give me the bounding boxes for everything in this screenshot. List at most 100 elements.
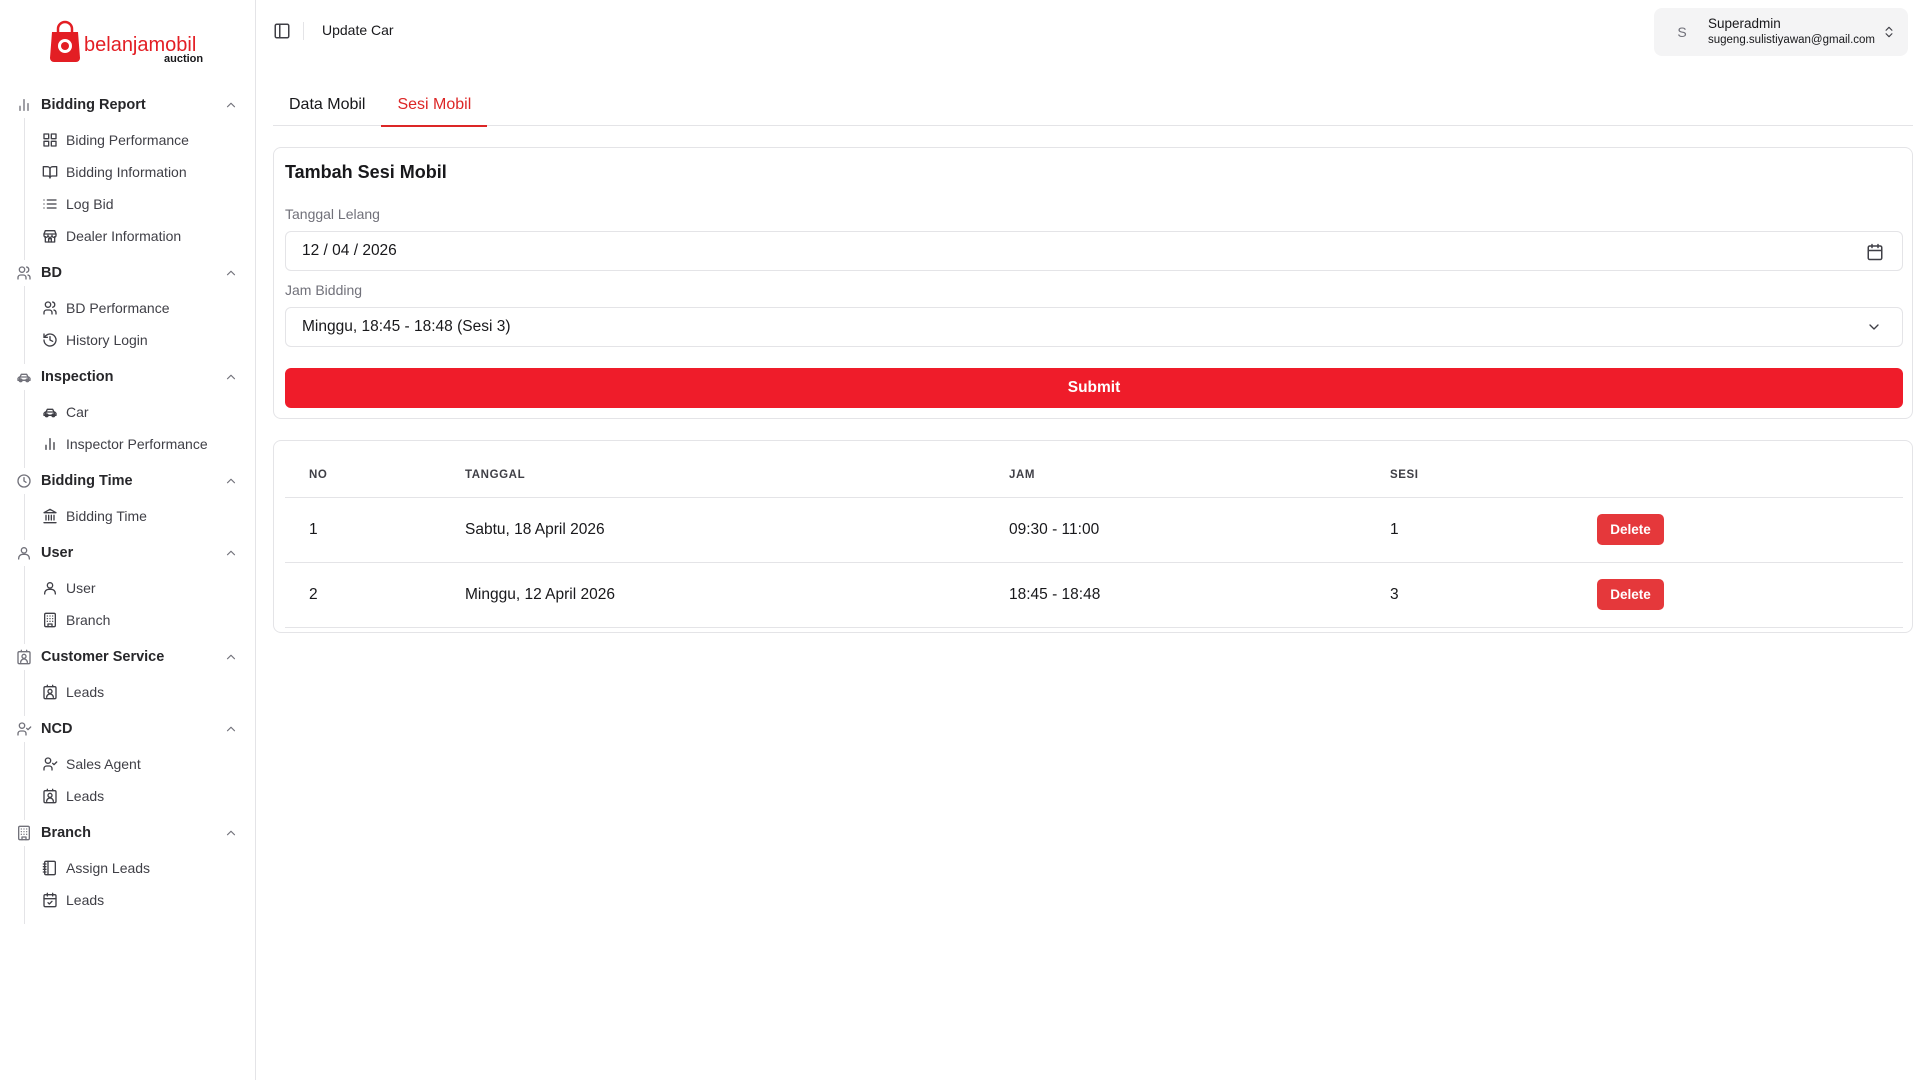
chevron-up-icon[interactable]: [224, 546, 238, 560]
cell-sesi: 1: [1390, 497, 1597, 563]
sidebar-item[interactable]: Bidding Information: [25, 156, 256, 188]
chevrons-up-down-icon: [1882, 25, 1896, 39]
top-header: Update Car S Superadmin sugeng.sulistiya…: [257, 0, 1920, 62]
car-icon: [42, 404, 58, 420]
breadcrumb: Update Car: [322, 22, 394, 38]
auction-date-input[interactable]: 12 / 04 / 2026: [285, 231, 1903, 271]
sidebar-group-header[interactable]: Branch: [0, 820, 256, 846]
sidebar-group-items: Car Inspector Performance: [24, 390, 256, 468]
cell-tanggal: Sabtu, 18 April 2026: [465, 497, 1009, 563]
column-header: [1597, 453, 1903, 498]
notebook-icon: [42, 860, 58, 876]
sidebar-group-header[interactable]: Inspection: [0, 364, 256, 390]
sidebar-group: Customer Service Leads: [0, 644, 256, 716]
user-name: Superadmin: [1708, 16, 1781, 32]
chevron-up-icon[interactable]: [224, 650, 238, 664]
sidebar-group-label: Branch: [41, 825, 91, 841]
table-row: 1 Sabtu, 18 April 2026 09:30 - 11:00 1 D…: [285, 497, 1903, 563]
sidebar-toggle-icon[interactable]: [273, 22, 291, 40]
chevron-up-icon[interactable]: [224, 370, 238, 384]
sidebar-item[interactable]: Leads: [25, 780, 256, 812]
user-menu[interactable]: S Superadmin sugeng.sulistiyawan@gmail.c…: [1654, 8, 1908, 56]
avatar: S: [1677, 24, 1687, 40]
sidebar-item-label: BD Performance: [66, 300, 170, 316]
header-divider: [303, 22, 304, 40]
delete-button[interactable]: Delete: [1597, 514, 1664, 545]
sidebar-item-label: Assign Leads: [66, 860, 151, 876]
sidebar-item-label: Bidding Time: [66, 508, 147, 524]
column-header: TANGGAL: [465, 453, 1009, 498]
store-icon: [42, 228, 58, 244]
sidebar-group-label: Inspection: [41, 369, 114, 385]
building-icon: [42, 612, 58, 628]
sidebar-group-items: Biding Performance Bidding Information Log…: [24, 118, 256, 260]
sidebar-item-label: History Login: [66, 332, 148, 348]
sidebar-item[interactable]: Dealer Information: [25, 220, 256, 252]
cell-no: 1: [285, 497, 465, 563]
sidebar-item[interactable]: BD Performance: [25, 292, 256, 324]
brand-logo[interactable]: belanjamobil auction: [48, 18, 218, 65]
sidebar-item-label: Leads: [66, 684, 105, 700]
cell-tanggal: Minggu, 12 April 2026: [465, 562, 1009, 628]
users-icon: [16, 265, 32, 281]
sidebar-item-label: Leads: [66, 892, 105, 908]
calendar-icon[interactable]: [1866, 243, 1884, 261]
session-table: NO TANGGAL JAM SESI 1 Sabtu, 18 April 20…: [285, 453, 1903, 628]
user-email: sugeng.sulistiyawan@gmail.com: [1708, 34, 1875, 47]
column-header: SESI: [1390, 453, 1597, 498]
sidebar-item[interactable]: Branch: [25, 604, 256, 636]
sidebar-group: Inspection Car Inspector Performance: [0, 364, 256, 468]
sidebar-item-label: Log Bid: [66, 196, 114, 212]
sidebar-item[interactable]: Leads: [25, 884, 256, 916]
sidebar-group-items: Sales Agent Leads: [24, 742, 256, 820]
chevron-up-icon[interactable]: [224, 826, 238, 840]
sidebar-item[interactable]: History Login: [25, 324, 256, 356]
book-open-icon: [42, 164, 58, 180]
chevron-up-icon[interactable]: [224, 266, 238, 280]
sidebar-item[interactable]: Inspector Performance: [25, 428, 256, 460]
tab[interactable]: Data Mobil: [273, 84, 381, 126]
sidebar-group-label: NCD: [41, 721, 73, 737]
chevron-up-icon[interactable]: [224, 474, 238, 488]
sidebar-group-header[interactable]: Customer Service: [0, 644, 256, 670]
sidebar-group-items: Bidding Time: [24, 494, 256, 540]
history-icon: [42, 332, 58, 348]
sidebar-group-header[interactable]: User: [0, 540, 256, 566]
chevron-up-icon[interactable]: [224, 98, 238, 112]
sidebar: belanjamobil auction Bidding Report Bidin…: [0, 0, 256, 1080]
sidebar-item[interactable]: Bidding Time: [25, 500, 256, 532]
sidebar-item[interactable]: User: [25, 572, 256, 604]
sidebar-group-header[interactable]: NCD: [0, 716, 256, 742]
cell-no: 2: [285, 562, 465, 628]
sidebar-item[interactable]: Biding Performance: [25, 124, 256, 156]
tab-list: Data Mobil Sesi Mobil: [273, 84, 1913, 127]
users-icon: [42, 300, 58, 316]
sidebar-item-label: Bidding Information: [66, 164, 187, 180]
delete-button[interactable]: Delete: [1597, 579, 1664, 610]
add-session-card: Tambah Sesi Mobil Tanggal Lelang 12 / 04…: [273, 147, 1913, 419]
sidebar-item-label: Inspector Performance: [66, 436, 208, 452]
sidebar-group-items: BD Performance History Login: [24, 286, 256, 364]
tab[interactable]: Sesi Mobil: [381, 84, 488, 127]
sidebar-group-items: User Branch: [24, 566, 256, 644]
date-label: Tanggal Lelang: [285, 206, 380, 222]
sidebar-item-label: User: [66, 580, 96, 596]
landmark-icon: [42, 508, 58, 524]
sidebar-item[interactable]: Log Bid: [25, 188, 256, 220]
submit-button[interactable]: Submit: [285, 368, 1903, 408]
table-row: 2 Minggu, 12 April 2026 18:45 - 18:48 3 …: [285, 562, 1903, 628]
sidebar-group-header[interactable]: BD: [0, 260, 256, 286]
user-icon: [42, 580, 58, 596]
sidebar-item[interactable]: Car: [25, 396, 256, 428]
building-icon: [16, 825, 32, 841]
sidebar-item[interactable]: Leads: [25, 676, 256, 708]
chevron-up-icon[interactable]: [224, 722, 238, 736]
user-check-icon: [16, 721, 32, 737]
auction-date-value: 12 / 04 / 2026: [302, 242, 397, 259]
sidebar-item[interactable]: Assign Leads: [25, 852, 256, 884]
sidebar-group: Bidding Time Bidding Time: [0, 468, 256, 540]
sidebar-item[interactable]: Sales Agent: [25, 748, 256, 780]
bidding-time-select[interactable]: Minggu, 18:45 - 18:48 (Sesi 3): [285, 307, 1903, 347]
sidebar-group-header[interactable]: Bidding Report: [0, 92, 256, 118]
sidebar-group-header[interactable]: Bidding Time: [0, 468, 256, 494]
